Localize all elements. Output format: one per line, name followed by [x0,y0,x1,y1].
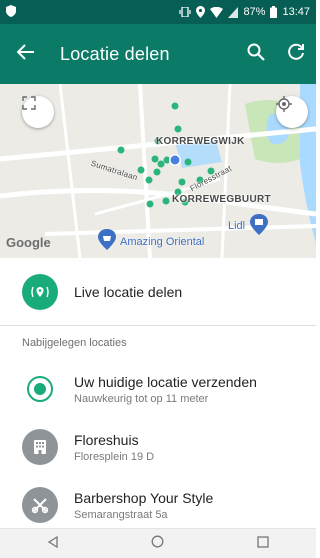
home-circle-icon [151,535,164,553]
location-dot[interactable] [151,155,159,163]
list-item-subtitle: Nauwkeurig tot op 11 meter [74,392,209,405]
store-label: Lidl [228,220,246,232]
location-icon [196,6,206,18]
app-bar: Locatie delen [0,24,316,84]
nav-home-button[interactable] [138,529,178,558]
live-location-row[interactable]: Live locatie delen [0,258,316,326]
recents-square-icon [257,535,269,553]
back-triangle-icon [47,535,59,553]
list-item-title: Uw huidige locatie verzenden [74,373,257,390]
location-list: Live locatie delen Nabijgelegen locaties… [0,258,316,528]
map-label-district-2: KORREWEGBUURT [172,194,271,205]
barber-scissors-icon [22,487,58,523]
back-button[interactable] [0,24,52,84]
section-header: Nabijgelegen locaties [22,337,127,349]
list-item-title: Barbershop Your Style [74,489,214,506]
user-location-dot[interactable] [170,155,180,165]
shopping-cart-icon [255,219,263,225]
location-dot[interactable] [162,197,170,205]
shield-icon [6,4,16,20]
list-item-subtitle: Semarangstraat 5a [74,508,168,521]
current-location-icon [22,371,58,407]
poi-label: Amazing Oriental [120,236,205,248]
list-item-subtitle: Floresplein 19 D [74,450,155,463]
list-item-title: Floreshuis [74,431,139,448]
status-bar: 87% 13:47 [0,0,316,24]
battery-icon [270,6,278,18]
location-dot[interactable] [157,160,165,168]
battery-percent: 87% [243,6,266,18]
location-dot[interactable] [184,158,192,166]
search-icon [247,43,265,66]
road-south [44,224,316,236]
building-icon [22,429,58,465]
location-dot[interactable] [174,125,182,133]
live-location-icon [22,273,58,310]
location-dot[interactable] [145,176,153,184]
refresh-button[interactable] [276,24,316,84]
my-location-button[interactable] [276,96,308,128]
live-location-label: Live locatie delen [74,283,183,300]
location-dot[interactable] [117,146,125,154]
location-dot[interactable] [146,200,154,208]
fullscreen-button[interactable] [22,96,54,128]
wifi-icon [210,6,224,18]
refresh-icon [287,43,305,66]
nav-recents-button[interactable] [243,529,283,558]
location-dot[interactable] [178,178,186,186]
location-dot[interactable] [137,166,145,174]
list-item-floreshuis[interactable]: Floreshuis Floresplein 19 D [0,418,316,476]
list-item-current-location[interactable]: Uw huidige locatie verzenden Nauwkeurig … [0,360,316,418]
map-label-district: KORREWEGWIJK [156,136,245,147]
location-dot[interactable] [153,168,161,176]
google-logo: Google [6,235,51,250]
clock: 13:47 [282,6,310,18]
search-button[interactable] [236,24,276,84]
nav-back-button[interactable] [33,529,73,558]
vibrate-icon [179,7,192,17]
signal-icon [228,6,239,18]
system-nav-bar [0,528,316,558]
page-title: Locatie delen [60,43,170,64]
list-item-barbershop[interactable]: Barbershop Your Style Semarangstraat 5a [0,476,316,534]
map[interactable]: KORREWEGWIJK KORREWEGBUURT Sumatralaan F… [0,84,316,258]
restaurant-icon [103,236,111,241]
back-arrow-icon [16,43,35,65]
location-dot[interactable] [171,102,179,110]
